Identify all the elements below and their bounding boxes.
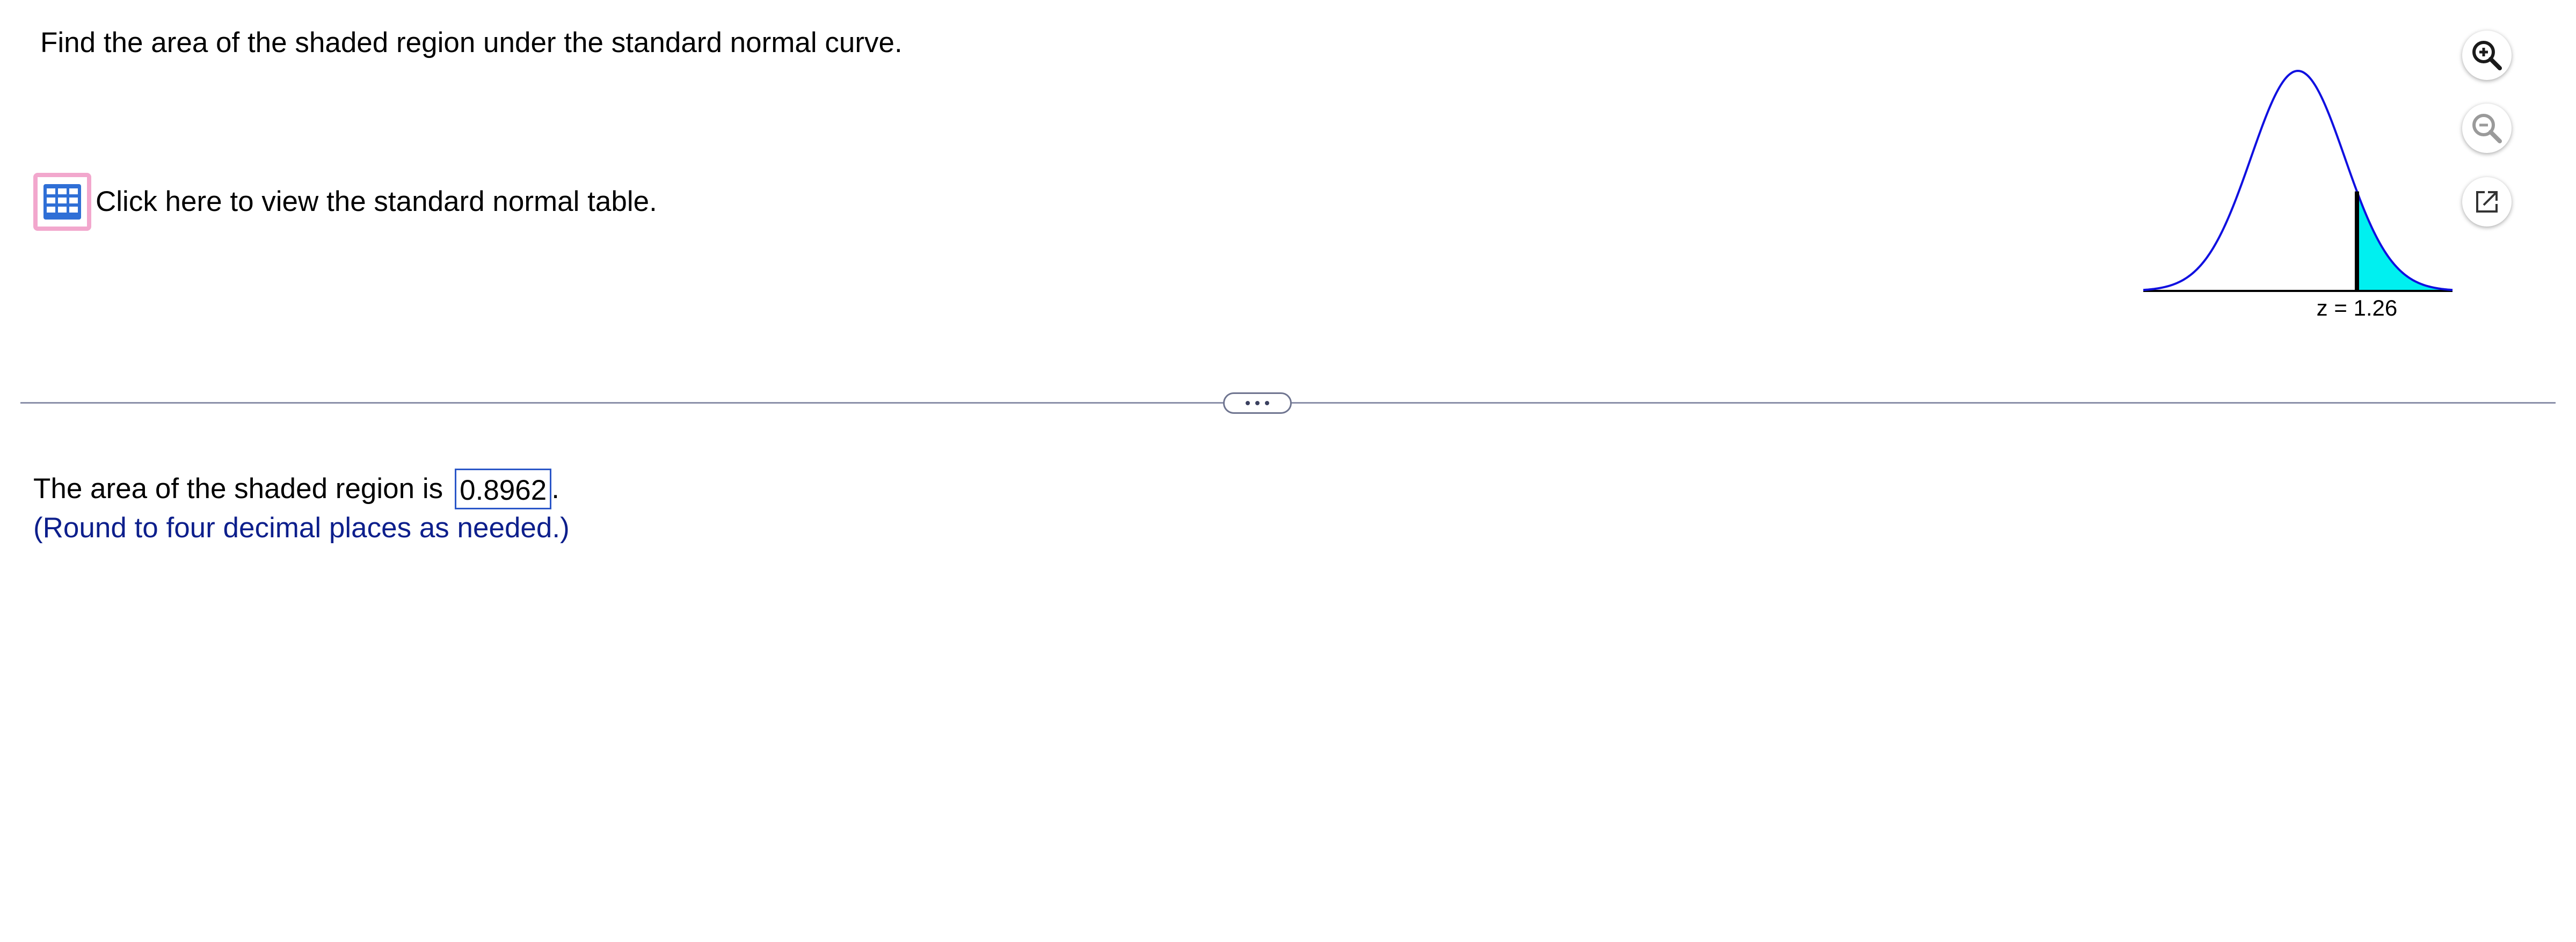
zoom-in-button[interactable] (2462, 31, 2512, 80)
question-prompt: Find the area of the shaded region under… (40, 27, 903, 59)
zoom-out-button[interactable] (2462, 104, 2512, 153)
normal-curve (2143, 69, 2453, 291)
zoom-out-icon (2472, 114, 2502, 143)
popout-icon (2476, 191, 2498, 213)
standard-normal-table-link[interactable]: Click here to view the standard normal t… (33, 169, 657, 235)
ellipsis-dot (1255, 401, 1260, 405)
rounding-hint: (Round to four decimal places as needed.… (33, 512, 570, 544)
z-value-label: z = 1.26 (2317, 295, 2398, 320)
answer-input[interactable]: 0.8962 (455, 469, 552, 509)
answer-statement: The area of the shaded region is 0.8962 … (33, 468, 559, 510)
question-page: Find the area of the shaded region under… (0, 0, 2576, 942)
normal-curve-graph: z = 1.26 (2143, 69, 2453, 320)
popout-button[interactable] (2462, 177, 2512, 227)
table-link-label[interactable]: Click here to view the standard normal t… (96, 185, 657, 219)
answer-prefix: The area of the shaded region is (33, 473, 443, 505)
ellipsis-icon (1246, 401, 1250, 405)
table-grid-icon[interactable] (33, 173, 91, 231)
ellipsis-dot (1265, 401, 1269, 405)
expand-handle-button[interactable] (1223, 392, 1292, 414)
shaded-region (2356, 191, 2453, 291)
zoom-in-icon (2472, 41, 2502, 70)
answer-suffix: . (551, 473, 559, 505)
